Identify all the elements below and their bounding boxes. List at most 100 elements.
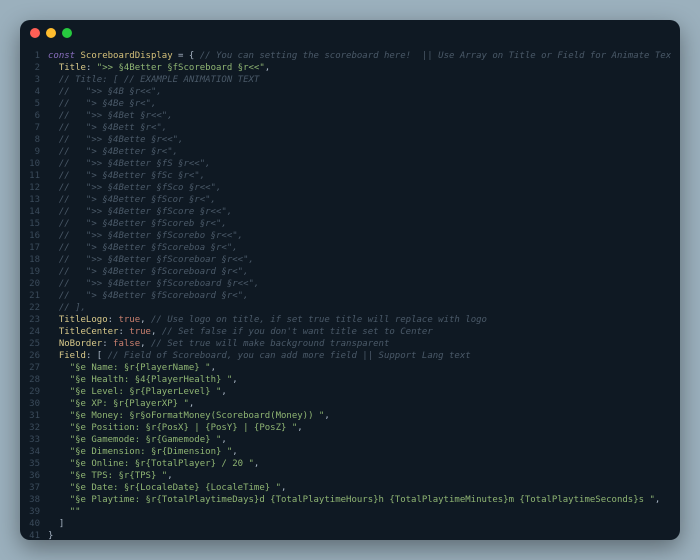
code-token [48, 207, 59, 217]
code-line[interactable]: // "> §4Better §fScoreboard §r<", [48, 290, 672, 302]
line-number: 9 [28, 146, 40, 158]
code-line[interactable]: // "> §4Better §fScoreboa §r<", [48, 242, 672, 254]
code-line[interactable]: "§e Date: §r{LocaleDate} {LocaleTime} ", [48, 482, 672, 494]
code-token [48, 63, 59, 73]
line-number: 20 [28, 278, 40, 290]
code-token [48, 423, 70, 433]
code-token: "§e Online: §r{TotalPlayer} / 20 " [70, 459, 254, 469]
code-line[interactable]: // "> §4Better §r<", [48, 146, 672, 158]
code-token: : [118, 327, 129, 337]
code-token: "§e Playtime: §r{TotalPlaytimeDays}d {To… [70, 495, 655, 505]
code-token: // You can setting the scoreboard here! … [200, 51, 672, 61]
line-number: 12 [28, 182, 40, 194]
line-number: 1 [28, 50, 40, 62]
code-token [48, 267, 59, 277]
code-line[interactable]: // "> §4Bett §r<", [48, 122, 672, 134]
code-line[interactable]: "§e TPS: §r{TPS} ", [48, 470, 672, 482]
code-token [48, 231, 59, 241]
line-number: 41 [28, 530, 40, 540]
code-line[interactable]: "§e Online: §r{TotalPlayer} / 20 ", [48, 458, 672, 470]
code-token: // Set true will make background transpa… [151, 339, 389, 349]
code-line[interactable]: const ScoreboardDisplay = { // You can s… [48, 50, 672, 62]
code-line[interactable]: "§e Health: §4{PlayerHealth} ", [48, 374, 672, 386]
code-line[interactable]: "§e Playtime: §r{TotalPlaytimeDays}d {To… [48, 494, 672, 506]
code-line[interactable]: // "> §4Better §fScoreb §r<", [48, 218, 672, 230]
close-icon[interactable] [30, 28, 40, 38]
code-line[interactable]: // ], [48, 302, 672, 314]
code-line[interactable]: // ">> §4Better §fScoreboar §r<<", [48, 254, 672, 266]
line-number: 7 [28, 122, 40, 134]
code-line[interactable]: ] [48, 518, 672, 530]
code-token: // Set false if you don't want title set… [162, 327, 433, 337]
code-token: // "> §4Be §r<", [59, 99, 157, 109]
code-token [48, 387, 70, 397]
code-line[interactable]: "§e Dimension: §r{Dimension} ", [48, 446, 672, 458]
code-token [48, 87, 59, 97]
line-number: 34 [28, 446, 40, 458]
code-line[interactable]: // "> §4Be §r<", [48, 98, 672, 110]
code-token: // Title: [ // EXAMPLE ANIMATION TEXT [59, 75, 259, 85]
code-line[interactable]: TitleLogo: true, // Use logo on title, i… [48, 314, 672, 326]
line-number: 28 [28, 374, 40, 386]
code-editor[interactable]: 1234567891011121314151617181920212223242… [20, 46, 680, 540]
code-line[interactable]: // ">> §4Better §fScore §r<<", [48, 206, 672, 218]
code-token: , [281, 483, 286, 493]
code-token: true [129, 327, 151, 337]
code-line[interactable]: // Title: [ // EXAMPLE ANIMATION TEXT [48, 74, 672, 86]
code-token: // Field of Scoreboard, you can add more… [108, 351, 471, 361]
code-line[interactable]: // ">> §4Bette §r<<", [48, 134, 672, 146]
code-token: "§e Money: §r§oFormatMoney(Scoreboard(Mo… [70, 411, 325, 421]
code-token: "§e Name: §r{PlayerName} " [70, 363, 211, 373]
code-token [48, 123, 59, 133]
code-line[interactable]: // ">> §4Bet §r<<", [48, 110, 672, 122]
code-token [48, 195, 59, 205]
code-line[interactable]: "§e Gamemode: §r{Gamemode} ", [48, 434, 672, 446]
code-line[interactable]: // ">> §4Better §fS §r<<", [48, 158, 672, 170]
code-token [48, 147, 59, 157]
code-line[interactable]: // "> §4Better §fSc §r<", [48, 170, 672, 182]
code-line[interactable]: NoBorder: false, // Set true will make b… [48, 338, 672, 350]
code-token [48, 483, 70, 493]
code-token: TitleLogo [59, 315, 108, 325]
code-content[interactable]: const ScoreboardDisplay = { // You can s… [48, 50, 672, 540]
code-line[interactable]: Field: [ // Field of Scoreboard, you can… [48, 350, 672, 362]
code-token: // "> §4Better §fSc §r<", [59, 171, 205, 181]
line-number: 25 [28, 338, 40, 350]
code-line[interactable]: // "> §4Better §fScoreboard §r<", [48, 266, 672, 278]
code-line[interactable]: TitleCenter: true, // Set false if you d… [48, 326, 672, 338]
line-number: 13 [28, 194, 40, 206]
line-number: 15 [28, 218, 40, 230]
code-token: , [221, 435, 226, 445]
code-line[interactable]: // ">> §4B §r<<", [48, 86, 672, 98]
code-token [48, 495, 70, 505]
code-token: "§e Level: §r{PlayerLevel} " [70, 387, 222, 397]
code-line[interactable]: "§e XP: §r{PlayerXP} ", [48, 398, 672, 410]
code-token [48, 447, 70, 457]
code-line[interactable]: "" [48, 506, 672, 518]
code-token [48, 255, 59, 265]
code-line[interactable]: "§e Money: §r§oFormatMoney(Scoreboard(Mo… [48, 410, 672, 422]
code-line[interactable]: "§e Level: §r{PlayerLevel} ", [48, 386, 672, 398]
code-line[interactable]: // ">> §4Better §fSco §r<<", [48, 182, 672, 194]
code-line[interactable]: } [48, 530, 672, 540]
code-token: // ">> §4B §r<<", [59, 87, 162, 97]
zoom-icon[interactable] [62, 28, 72, 38]
line-number: 32 [28, 422, 40, 434]
code-line[interactable]: Title: ">> §4Better §fScoreboard §r<<", [48, 62, 672, 74]
code-token: // ">> §4Better §fScorebo §r<<", [59, 231, 243, 241]
code-token [48, 135, 59, 145]
code-line[interactable]: // "> §4Better §fScor §r<", [48, 194, 672, 206]
code-token [48, 375, 70, 385]
code-line[interactable]: "§e Name: §r{PlayerName} ", [48, 362, 672, 374]
code-line[interactable]: // ">> §4Better §fScoreboard §r<<", [48, 278, 672, 290]
line-number: 24 [28, 326, 40, 338]
minimize-icon[interactable] [46, 28, 56, 38]
code-token: , [140, 315, 151, 325]
code-line[interactable]: "§e Position: §r{PosX} | {PosY} | {PosZ}… [48, 422, 672, 434]
code-token: Field [59, 351, 86, 361]
code-line[interactable]: // ">> §4Better §fScorebo §r<<", [48, 230, 672, 242]
code-token [48, 303, 59, 313]
code-token: "§e Dimension: §r{Dimension} " [70, 447, 233, 457]
code-token [48, 243, 59, 253]
line-number: 17 [28, 242, 40, 254]
